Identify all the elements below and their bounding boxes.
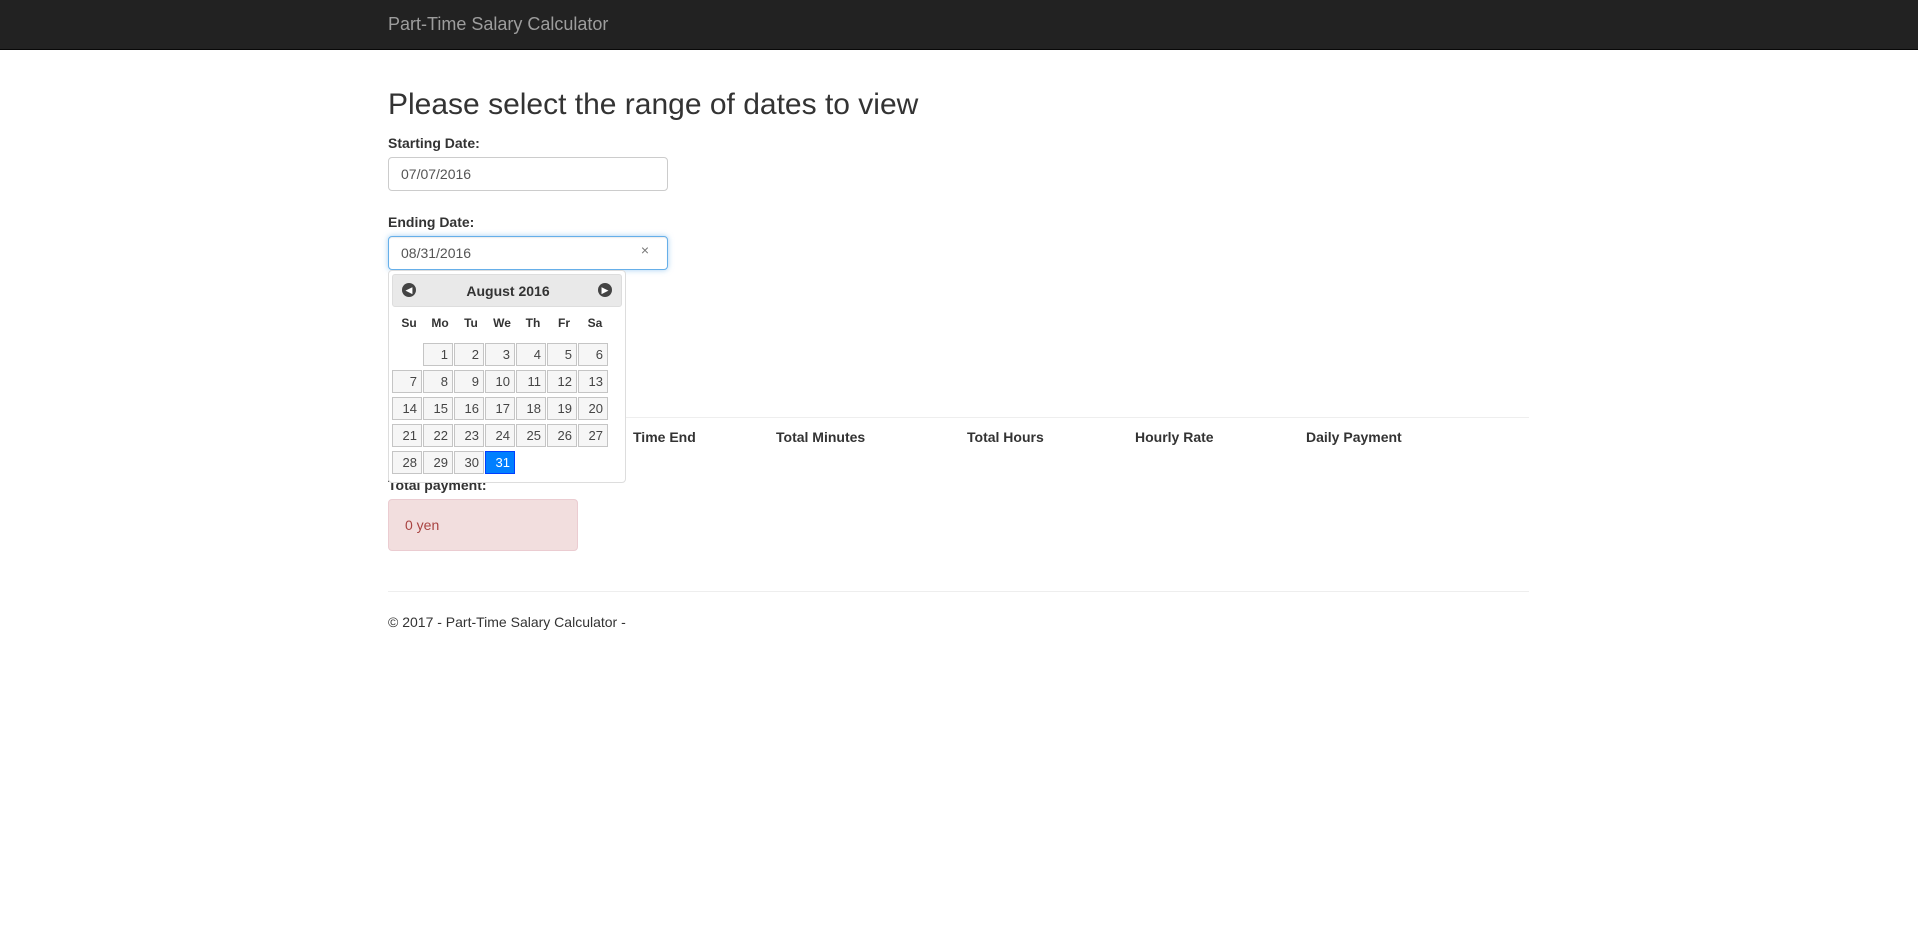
weekday-header: Sa xyxy=(587,316,603,330)
footer-copyright: © 2017 - Part-Time Salary Calculator - xyxy=(388,614,626,630)
page-title: Please select the range of dates to view xyxy=(388,88,919,121)
weekday-header: We xyxy=(493,316,511,330)
weekday-header: Mo xyxy=(431,316,449,330)
calendar-day[interactable]: 13 xyxy=(578,370,608,393)
datepicker-month-title: August 2016 xyxy=(466,283,550,299)
calendar-day[interactable]: 11 xyxy=(516,370,546,393)
total-payment-value: 0 yen xyxy=(405,517,440,533)
th-daily-payment: Daily Payment xyxy=(1306,429,1402,445)
weekday-header: Th xyxy=(525,316,541,330)
calendar-day[interactable]: 19 xyxy=(547,397,577,420)
calendar-day[interactable]: 1 xyxy=(423,343,453,366)
starting-date-label: Starting Date: xyxy=(388,135,480,151)
th-time-end: Time End xyxy=(633,429,696,445)
calendar-day[interactable]: 8 xyxy=(423,370,453,393)
calendar-day[interactable]: 4 xyxy=(516,343,546,366)
ending-date-input[interactable] xyxy=(388,236,668,270)
calendar-day[interactable]: 28 xyxy=(392,451,422,474)
total-payment-alert: 0 yen xyxy=(388,499,578,551)
top-navbar: Part-Time Salary Calculator xyxy=(0,0,1918,50)
clear-icon[interactable]: × xyxy=(638,243,652,257)
calendar-day[interactable]: 7 xyxy=(392,370,422,393)
calendar-day[interactable]: 23 xyxy=(454,424,484,447)
calendar-day[interactable]: 22 xyxy=(423,424,453,447)
calendar-day[interactable]: 12 xyxy=(547,370,577,393)
calendar-day[interactable]: 16 xyxy=(454,397,484,420)
calendar-day[interactable]: 26 xyxy=(547,424,577,447)
calendar-day[interactable]: 27 xyxy=(578,424,608,447)
calendar-day[interactable]: 20 xyxy=(578,397,608,420)
navbar-brand[interactable]: Part-Time Salary Calculator xyxy=(388,14,608,34)
calendar-day[interactable]: 24 xyxy=(485,424,515,447)
next-month-icon[interactable]: ▶ xyxy=(598,283,612,297)
footer-divider xyxy=(388,591,1529,592)
calendar-day[interactable]: 30 xyxy=(454,451,484,474)
th-hourly-rate: Hourly Rate xyxy=(1135,429,1214,445)
calendar-day[interactable]: 3 xyxy=(485,343,515,366)
calendar-day[interactable]: 21 xyxy=(392,424,422,447)
calendar-day[interactable]: 9 xyxy=(454,370,484,393)
calendar-day[interactable]: 6 xyxy=(578,343,608,366)
weekday-header: Fr xyxy=(558,316,570,330)
calendar-day[interactable]: 17 xyxy=(485,397,515,420)
ending-date-label: Ending Date: xyxy=(388,214,475,230)
calendar-day[interactable]: 18 xyxy=(516,397,546,420)
calendar-day[interactable]: 15 xyxy=(423,397,453,420)
starting-date-input[interactable] xyxy=(388,157,668,191)
th-total-hours: Total Hours xyxy=(967,429,1044,445)
calendar-day[interactable]: 29 xyxy=(423,451,453,474)
th-total-minutes: Total Minutes xyxy=(776,429,866,445)
datepicker-header: ◀ August 2016 ▶ xyxy=(392,274,622,307)
calendar-day[interactable]: 2 xyxy=(454,343,484,366)
weekday-header: Tu xyxy=(464,316,478,330)
calendar-day[interactable]: 14 xyxy=(392,397,422,420)
calendar-day[interactable]: 25 xyxy=(516,424,546,447)
weekday-header: Su xyxy=(401,316,417,330)
datepicker-popup: ◀ August 2016 ▶ Su Mo Tu We Th Fr Sa 1 2 3 4 5 6 7 8 9 1… xyxy=(388,270,626,483)
calendar-day[interactable]: 10 xyxy=(485,370,515,393)
calendar-day-selected[interactable]: 31 xyxy=(485,451,515,474)
calendar-day[interactable]: 5 xyxy=(547,343,577,366)
